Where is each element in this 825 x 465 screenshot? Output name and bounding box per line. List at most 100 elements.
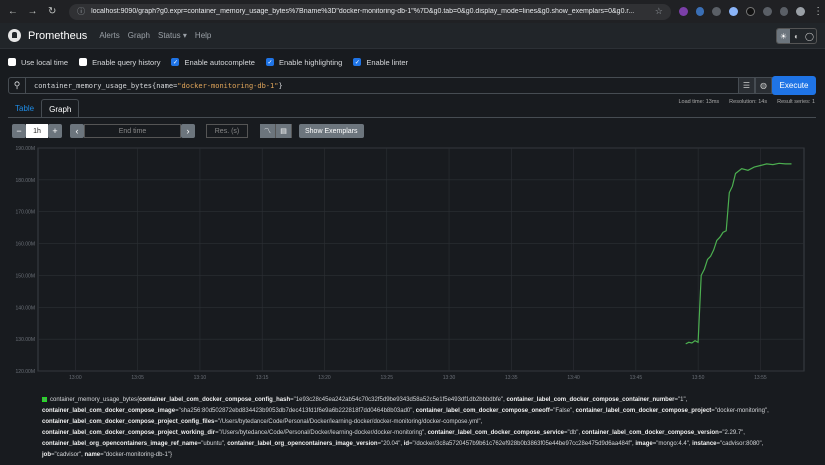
y-tick-label: 190.00M [16, 146, 35, 152]
dark-theme-icon[interactable]: ◐ [790, 29, 803, 43]
legend-label-key: container_label_com_docker_compose_proje… [575, 408, 712, 414]
menu-kebab-icon[interactable]: ⋮ [811, 5, 825, 19]
browser-toolbar: ← → ↻ ⓘ localhost:9090/graph?g0.expr=con… [0, 0, 825, 23]
nav-help[interactable]: Help [195, 31, 211, 40]
x-tick-label: 13:00 [69, 375, 82, 381]
line-chart-icon[interactable]: 〽 [260, 124, 276, 138]
legend-label-value: ="sha256:80d502872ebd834423b9053db7dec41… [175, 408, 416, 414]
enable-highlighting-checkbox[interactable]: ✓ Enable highlighting [265, 57, 343, 67]
nav-status-dropdown[interactable]: Status ▾ [158, 31, 187, 40]
query-close-brace: } [278, 81, 283, 90]
nav-graph[interactable]: Graph [128, 31, 150, 40]
result-series: Result series: 1 [777, 99, 815, 105]
legend-label-key: container_label_com_docker_compose_conta… [506, 397, 675, 403]
extensions-puzzle-icon[interactable] [762, 7, 772, 16]
checkbox-box[interactable] [8, 58, 16, 66]
download-icon[interactable] [779, 7, 789, 16]
enable-linter-checkbox[interactable]: ✓ Enable linter [353, 58, 408, 67]
series-legend[interactable]: container_memory_usage_bytes{container_l… [42, 395, 782, 461]
end-time-input[interactable]: End time [84, 124, 181, 138]
use-local-time-checkbox[interactable]: Use local time [8, 58, 68, 67]
brand-title[interactable]: Prometheus [28, 30, 87, 42]
extension-icon[interactable] [695, 7, 705, 16]
execute-button[interactable]: Execute [772, 76, 816, 95]
nav-alerts[interactable]: Alerts [99, 31, 119, 40]
prev-end-time-button[interactable]: ‹ [70, 124, 84, 138]
legend-label-value: ="cadvisor:8080", [716, 441, 764, 447]
graph-chart[interactable]: 190.00M 180.00M 170.00M 160.00M 150.00M 140.0… [0, 143, 825, 388]
increase-range-button[interactable]: + [48, 124, 62, 138]
query-stats: Load time: 13ms Resolution: 14s Result s… [679, 99, 816, 105]
legend-label-value: ="1", [674, 397, 688, 403]
query-label-value: "docker-monitoring-db-1" [177, 81, 279, 90]
show-exemplars-button[interactable]: Show Exemplars [299, 124, 364, 138]
theme-toggle: ☀ ◐ ◯ [776, 28, 817, 44]
y-axis: 190.00M 180.00M 170.00M 160.00M 150.00M 140.0… [16, 146, 35, 375]
extension-icon[interactable] [729, 7, 738, 16]
legend-label-value: ="1e93c28c45ea242ab54c70c32f5d9be9343d58… [290, 397, 507, 403]
browser-theme-icon[interactable]: ◯ [803, 29, 816, 43]
series-line[interactable] [685, 162, 792, 345]
range-input[interactable]: 1h [26, 124, 48, 138]
y-tick-label: 180.00M [16, 178, 35, 184]
tab-divider [8, 117, 816, 118]
enable-autocomplete-checkbox[interactable]: ✓ Enable autocomplete [171, 57, 255, 67]
extension-icon[interactable] [746, 7, 755, 16]
x-tick-label: 13:10 [194, 375, 207, 381]
stacked-chart-icon[interactable]: ▤ [276, 124, 292, 138]
checkbox-label: Enable autocomplete [184, 57, 255, 67]
checkbox-checked-icon[interactable]: ✓ [171, 58, 180, 66]
options-row: Use local time Enable query history ✓ En… [0, 55, 825, 69]
expression-input[interactable]: container_memory_usage_bytes{name="docke… [34, 82, 283, 90]
panel-tabs: Table Graph [8, 99, 80, 118]
legend-label-key: container_label_com_docker_compose_confi… [139, 397, 291, 403]
tab-table[interactable]: Table [8, 99, 41, 118]
legend-label-value: ="docker-monitoring-db-1" [100, 452, 170, 458]
y-tick-label: 130.00M [16, 337, 35, 343]
legend-label-key: container_label_com_docker_compose_versi… [581, 430, 719, 436]
checkbox-box[interactable] [79, 58, 88, 66]
legend-label-key: container_label_org_opencontainers_image… [42, 441, 198, 447]
profile-avatar-icon[interactable] [796, 7, 806, 16]
extension-icon[interactable] [712, 7, 722, 16]
bookmark-star-icon[interactable]: ☆ [655, 6, 663, 17]
prometheus-logo-icon[interactable] [8, 29, 21, 42]
x-tick-label: 13:05 [131, 375, 144, 381]
checkbox-checked-icon[interactable]: ✓ [265, 58, 274, 66]
light-theme-icon[interactable]: ☀ [777, 29, 790, 43]
legend-label-key: name [84, 452, 101, 458]
resolution: Resolution: 14s [729, 99, 768, 105]
load-time: Load time: 13ms [678, 99, 720, 105]
legend-label-value: ="db", [564, 430, 582, 436]
checkbox-label: Enable query history [92, 57, 161, 67]
reload-icon[interactable]: ↻ [45, 5, 59, 19]
checkbox-label: Enable highlighting [278, 57, 343, 67]
search-icon: ⚲ [9, 78, 26, 93]
legend-label-value: ="ubuntu", [197, 441, 228, 447]
resolution-input[interactable]: Res. (s) [206, 124, 248, 138]
address-bar[interactable]: ⓘ localhost:9090/graph?g0.expr=container… [69, 3, 671, 20]
x-tick-label: 13:50 [692, 375, 705, 381]
back-icon[interactable]: ← [6, 5, 20, 19]
x-tick-label: 13:15 [256, 375, 269, 381]
forward-icon[interactable]: → [26, 5, 40, 19]
x-tick-label: 13:55 [754, 375, 767, 381]
extension-icon[interactable] [678, 7, 688, 16]
y-tick-label: 170.00M [16, 210, 35, 216]
enable-query-history-checkbox[interactable]: Enable query history [79, 58, 160, 67]
tab-graph[interactable]: Graph [41, 99, 80, 118]
legend-label-value: ="mongo:4.4", [652, 441, 693, 447]
x-tick-label: 13:35 [505, 375, 518, 381]
legend-label-key: container_label_com_docker_compose_oneof… [415, 408, 550, 414]
legend-label-key: container_label_org_opencontainers_image… [227, 441, 378, 447]
checkbox-checked-icon[interactable]: ✓ [353, 58, 362, 66]
globe-icon[interactable]: ◍ [755, 77, 772, 94]
chart-type-toggle: 〽 ▤ [260, 124, 292, 138]
site-info-icon[interactable]: ⓘ [77, 6, 85, 17]
decrease-range-button[interactable]: − [12, 124, 26, 138]
query-label-name: name= [156, 81, 178, 90]
next-end-time-button[interactable]: › [181, 124, 195, 138]
graph-controls: − 1h + ‹ End time › Res. (s) 〽 ▤ Show Ex… [12, 124, 364, 138]
metrics-explorer-icon[interactable]: ☰ [738, 77, 755, 94]
legend-label-value: ="20.04", [377, 441, 404, 447]
